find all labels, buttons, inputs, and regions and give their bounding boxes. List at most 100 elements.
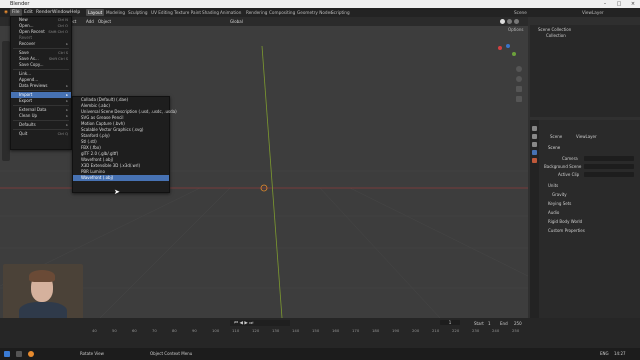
tool-tab-icon[interactable] — [532, 126, 537, 131]
timeline-tick: 90 — [192, 328, 197, 333]
minimize-icon[interactable]: – — [598, 0, 612, 8]
output-tab-icon[interactable] — [532, 142, 537, 147]
properties-tabs — [530, 120, 539, 318]
header-add[interactable]: Add — [84, 18, 96, 25]
material-shading-icon[interactable] — [507, 19, 512, 24]
scene-panel-header[interactable]: Scene — [548, 145, 560, 150]
viewport-header: Select Add Object Global — [0, 17, 528, 26]
active-clip-label: Active Clip — [558, 172, 580, 177]
play-icon[interactable]: ⏮ ◀ ▶ ⏭ — [234, 320, 253, 326]
rigid-body-world-panel[interactable]: Rigid Body World — [548, 219, 582, 224]
view-layer-selector[interactable]: ViewLayer — [580, 9, 606, 16]
keyboard-language: ENG — [600, 351, 609, 356]
gizmo-x-icon[interactable] — [498, 46, 502, 50]
gizmo-y-icon[interactable] — [512, 52, 516, 56]
start-label: Start — [474, 321, 484, 326]
playback-controls[interactable]: ⏮ ◀ ▶ ⏭ — [230, 320, 290, 326]
timeline-tick: 60 — [132, 328, 137, 333]
options-button[interactable]: Options — [508, 27, 523, 32]
transform-orientation[interactable]: Global — [228, 18, 245, 25]
custom-properties-panel[interactable]: Custom Properties — [548, 228, 585, 233]
file-quit[interactable]: Quit Ctrl Q — [11, 131, 71, 137]
person-hair — [29, 270, 55, 282]
world-tab-icon[interactable] — [532, 158, 537, 163]
gizmo-z-icon[interactable] — [506, 44, 510, 48]
timeline-tick: 230 — [472, 328, 480, 333]
end-value[interactable]: 250 — [514, 321, 522, 326]
camera-field[interactable] — [584, 156, 634, 161]
outliner-header — [530, 17, 640, 25]
status-context-menu: Object Context Menu — [150, 351, 193, 356]
timeline-ruler[interactable]: 40 50 60 70 80 90 100 110 120 130 140 150 160 170 180 1… — [0, 328, 528, 334]
scene-collection-label[interactable]: Scene Collection — [538, 27, 571, 32]
render-shading-icon[interactable] — [514, 19, 519, 24]
timeline-tick: 180 — [372, 328, 380, 333]
timeline-tick: 80 — [172, 328, 177, 333]
tab-uv-editing[interactable]: UV Editing — [149, 9, 175, 16]
timeline-tick: 240 — [492, 328, 500, 333]
import-wavefront-highlighted[interactable]: Wavefront (.obj) — [73, 175, 169, 181]
tab-compositing[interactable]: Compositing — [267, 9, 297, 16]
scene-tab-icon[interactable] — [532, 150, 537, 155]
units-panel[interactable]: Units — [548, 183, 558, 188]
timeline-tick: 150 — [312, 328, 320, 333]
timeline-tick: 220 — [452, 328, 460, 333]
file-defaults[interactable]: Defaults ▸ — [11, 122, 71, 128]
current-frame-field[interactable]: 1 — [440, 320, 460, 325]
status-bar: Rotate View Object Context Menu ENG 14:2… — [0, 348, 640, 360]
tab-animation[interactable]: Animation — [218, 9, 243, 16]
file-recover[interactable]: Recover ▸ — [11, 41, 71, 47]
start-menu-icon[interactable] — [4, 351, 10, 357]
tab-texture-paint[interactable]: Texture Paint — [172, 9, 203, 16]
window-titlebar: Blender – □ × — [0, 0, 640, 8]
status-rotate-view: Rotate View — [80, 351, 104, 356]
file-save-copy[interactable]: Save Copy... — [11, 62, 71, 68]
active-clip-field[interactable] — [584, 172, 634, 177]
timeline-tick: 110 — [232, 328, 240, 333]
audio-panel[interactable]: Audio — [548, 210, 559, 215]
start-value[interactable]: 1 — [488, 321, 491, 326]
perspective-toggle-icon[interactable] — [516, 96, 522, 102]
timeline-tick: 250 — [512, 328, 520, 333]
close-icon[interactable]: × — [626, 0, 640, 8]
timeline-tick: 140 — [292, 328, 300, 333]
file-export[interactable]: Export ▸ — [11, 98, 71, 104]
properties-editor: Scene ViewLayer Scene Camera Background … — [530, 120, 640, 318]
keying-sets-panel[interactable]: Keying Sets — [548, 201, 571, 206]
taskbar-blender-icon[interactable] — [28, 351, 34, 357]
gravity-panel[interactable]: Gravity — [552, 192, 567, 197]
menu-file[interactable]: File — [10, 9, 22, 16]
background-scene-label: Background Scene — [544, 164, 582, 169]
maximize-icon[interactable]: □ — [612, 0, 626, 8]
header-object[interactable]: Object — [96, 18, 113, 25]
scene-selector[interactable]: Scene — [512, 9, 529, 16]
tab-sculpting[interactable]: Sculpting — [126, 9, 150, 16]
clock: 14:27 — [614, 351, 626, 356]
camera-view-icon[interactable] — [516, 86, 522, 92]
tab-rendering[interactable]: Rendering — [244, 9, 269, 16]
tab-scripting[interactable]: Scripting — [329, 9, 352, 16]
render-tab-icon[interactable] — [532, 134, 537, 139]
breadcrumb-scene: Scene — [550, 134, 563, 139]
tab-modeling[interactable]: Modeling — [104, 9, 127, 16]
search-icon[interactable] — [16, 351, 22, 357]
camera-label: Camera — [562, 156, 578, 161]
tab-layout[interactable]: Layout — [86, 9, 105, 16]
webcam-overlay — [3, 264, 83, 318]
pan-icon[interactable] — [516, 76, 522, 82]
solid-shading-icon[interactable] — [500, 19, 505, 24]
menu-edit[interactable]: Edit — [22, 9, 35, 16]
blender-logo-icon[interactable]: ◉ — [2, 9, 10, 16]
collection-label[interactable]: Collection — [546, 33, 566, 38]
menu-help[interactable]: Help — [68, 9, 82, 16]
timeline-tick: 120 — [252, 328, 260, 333]
background-scene-field[interactable] — [584, 164, 634, 169]
file-data-previews[interactable]: Data Previews ▸ — [11, 83, 71, 89]
timeline-tick: 50 — [112, 328, 117, 333]
zoom-icon[interactable] — [516, 66, 522, 72]
timeline-tick: 200 — [412, 328, 420, 333]
import-submenu: Collada (Default) (.dae) Alembic (.abc) … — [72, 96, 177, 193]
file-clean-up[interactable]: Clean Up ▸ — [11, 113, 71, 119]
file-menu: New Ctrl N Open... Ctrl O Open Recent Shift… — [10, 16, 72, 150]
end-label: End — [500, 321, 508, 326]
